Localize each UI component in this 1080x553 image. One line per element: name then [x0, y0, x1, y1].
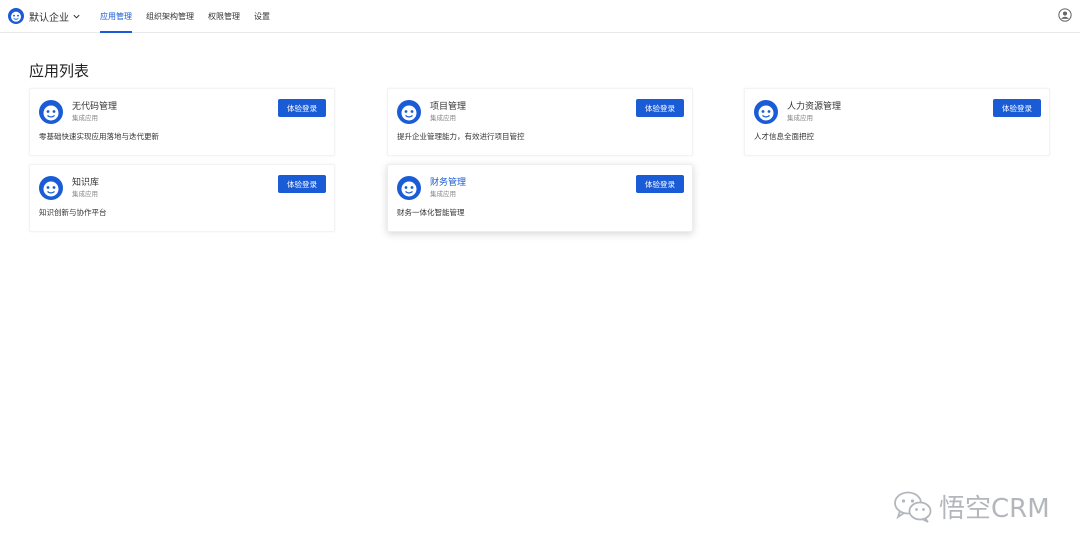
- app-description: 知识创新与协作平台: [39, 208, 107, 217]
- watermark: 悟空CRM: [893, 488, 1050, 525]
- main-nav: 应用管理 组织架构管理 权限管理 设置: [93, 0, 277, 33]
- app-tag: 集成应用: [72, 114, 98, 122]
- monkey-logo-icon: [397, 100, 421, 124]
- trial-login-button[interactable]: 体验登录: [636, 175, 684, 193]
- app-name: 人力资源管理: [787, 102, 842, 112]
- monkey-logo-icon: [39, 176, 63, 200]
- trial-login-button[interactable]: 体验登录: [278, 175, 326, 193]
- page-title: 应用列表: [29, 62, 90, 80]
- app-card-knowledge-base[interactable]: 知识库 集成应用 知识创新与协作平台 体验登录: [29, 164, 335, 232]
- app-name: 财务管理: [430, 178, 467, 188]
- trial-login-button[interactable]: 体验登录: [993, 99, 1041, 117]
- nav-org-structure[interactable]: 组织架构管理: [139, 0, 201, 33]
- trial-login-button[interactable]: 体验登录: [636, 99, 684, 117]
- nav-permission-management[interactable]: 权限管理: [201, 0, 247, 33]
- monkey-logo-icon: [754, 100, 778, 124]
- company-name: 默认企业: [29, 12, 69, 24]
- app-tag: 集成应用: [72, 190, 98, 198]
- app-name: 无代码管理: [72, 102, 118, 112]
- monkey-logo-icon: [39, 100, 63, 124]
- top-navigation-bar: 默认企业 应用管理 组织架构管理 权限管理 设置: [0, 0, 1080, 33]
- monkey-logo-icon: [8, 8, 24, 24]
- trial-login-button[interactable]: 体验登录: [278, 99, 326, 117]
- app-name: 知识库: [72, 178, 100, 188]
- app-card-nocode[interactable]: 无代码管理 集成应用 零基础快速实现应用落地与迭代更新 体验登录: [29, 88, 335, 156]
- app-card-finance[interactable]: 财务管理 集成应用 财务一体化智能管理 体验登录: [387, 164, 693, 232]
- app-description: 提升企业管理能力，有效进行项目管控: [397, 132, 525, 141]
- user-avatar-icon[interactable]: [1058, 8, 1072, 22]
- chevron-down-icon: [73, 14, 80, 19]
- app-tag: 集成应用: [787, 114, 813, 122]
- app-description: 财务一体化智能管理: [397, 208, 465, 217]
- company-switcher[interactable]: 默认企业: [8, 8, 81, 24]
- app-card-project[interactable]: 项目管理 集成应用 提升企业管理能力，有效进行项目管控 体验登录: [387, 88, 693, 156]
- app-tag: 集成应用: [430, 114, 456, 122]
- app-tag: 集成应用: [430, 190, 456, 198]
- watermark-text: 悟空CRM: [939, 494, 1050, 524]
- nav-settings[interactable]: 设置: [247, 0, 277, 33]
- app-description: 零基础快速实现应用落地与迭代更新: [39, 132, 159, 141]
- nav-app-management[interactable]: 应用管理: [93, 0, 139, 33]
- app-description: 人才信息全面把控: [754, 132, 814, 141]
- app-name: 项目管理: [430, 102, 467, 112]
- wechat-icon: [894, 491, 932, 523]
- monkey-logo-icon: [397, 176, 421, 200]
- app-card-hr[interactable]: 人力资源管理 集成应用 人才信息全面把控 体验登录: [744, 88, 1050, 156]
